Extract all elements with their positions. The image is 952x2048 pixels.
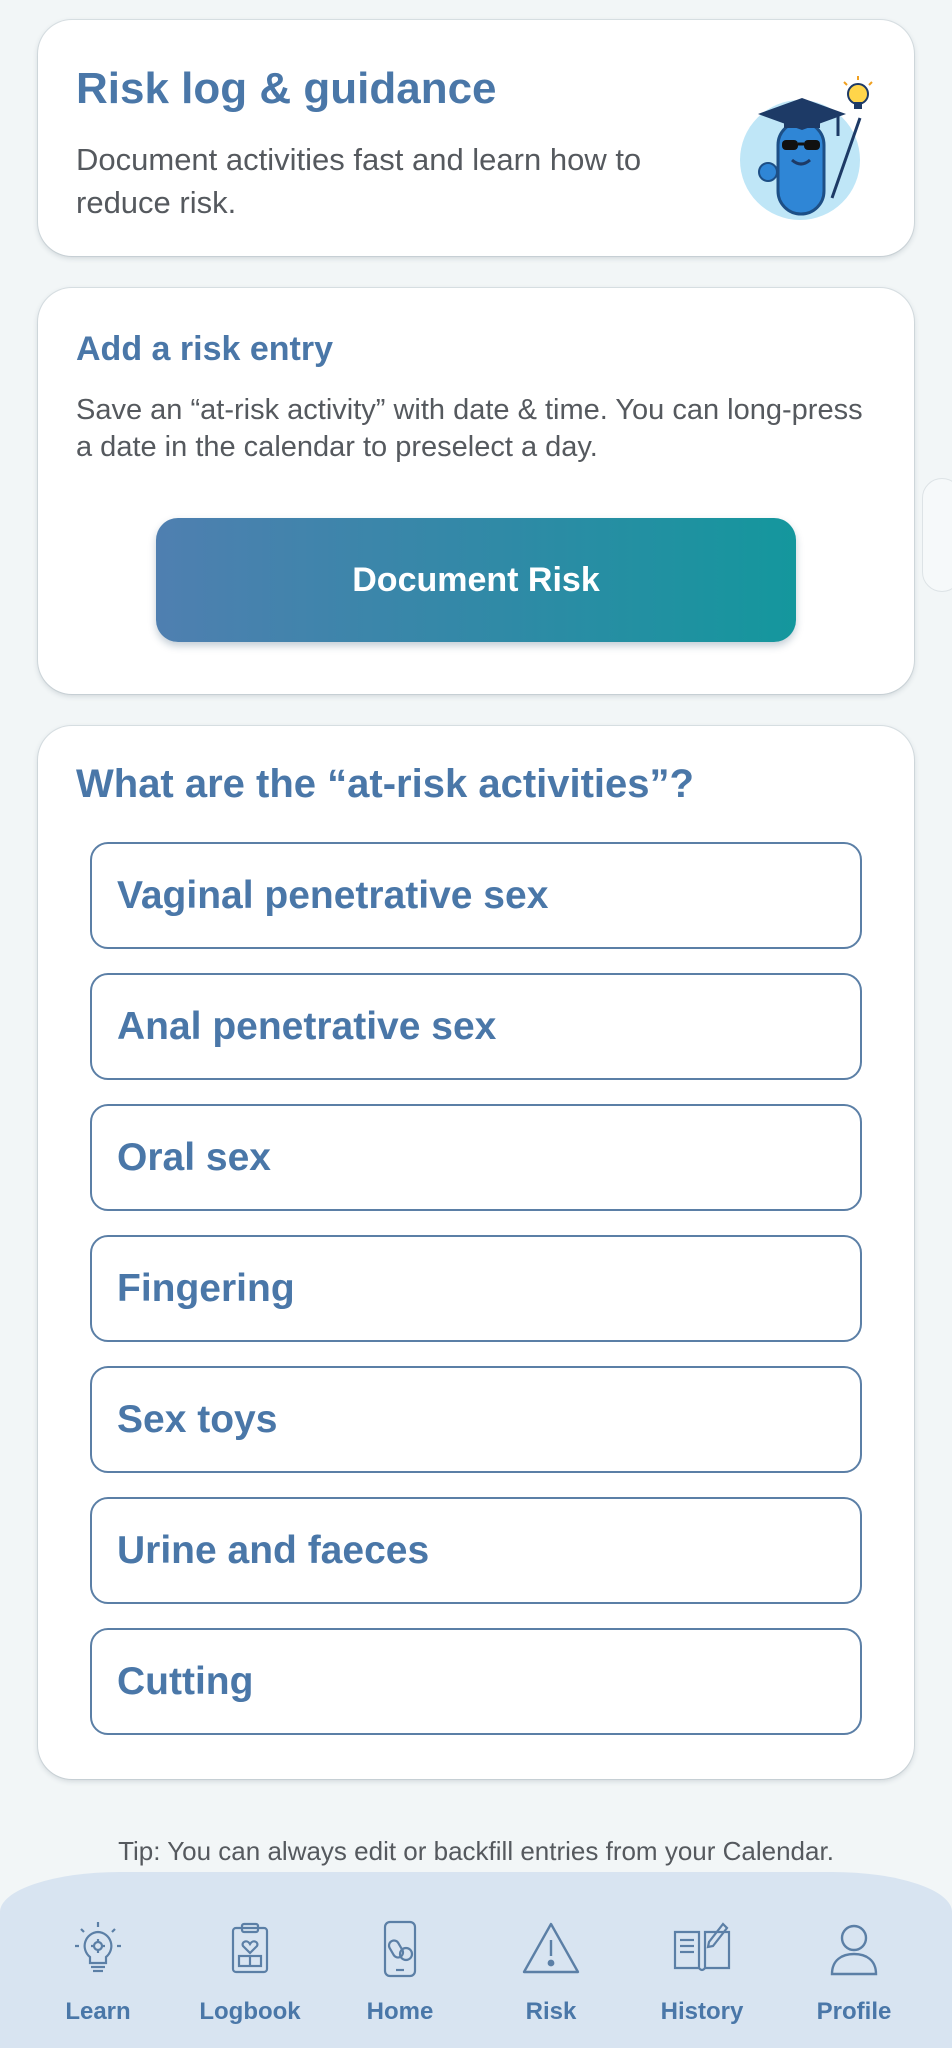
warning-triangle-icon (522, 1922, 580, 1974)
header-card: Risk log & guidance Document activities … (38, 20, 914, 256)
nav-label-logbook: Logbook (199, 1998, 301, 2025)
tip-text: Tip: You can always edit or backfill ent… (118, 1836, 834, 1866)
activity-item-oral[interactable]: Oral sex (90, 1104, 862, 1211)
page-subtitle: Document activities fast and learn how t… (76, 142, 642, 220)
activity-list: Vaginal penetrative sex Anal penetrative… (90, 842, 862, 1759)
nav-label-home: Home (366, 1998, 434, 2025)
clipboard-heart-icon (231, 1922, 269, 1974)
nav-label-profile: Profile (816, 1998, 892, 2025)
nav-item-home[interactable]: Home (330, 1918, 470, 2038)
nav-item-logbook[interactable]: Logbook (180, 1918, 320, 2038)
document-risk-button[interactable]: Document Risk (156, 518, 796, 642)
activity-item-fingering[interactable]: Fingering (90, 1235, 862, 1342)
open-book-pen-icon (673, 1922, 731, 1972)
mascot-graduate-icon (740, 76, 873, 220)
nav-item-risk[interactable]: Risk (481, 1918, 621, 2038)
nav-item-learn[interactable]: Learn (28, 1918, 168, 2038)
activity-item-sex-toys[interactable]: Sex toys (90, 1366, 862, 1473)
nav-label-risk: Risk (525, 1998, 577, 2025)
person-icon (830, 1924, 878, 1976)
phone-pills-icon (383, 1920, 417, 1978)
add-risk-description: Save an “at-risk activity” with date & t… (76, 394, 863, 463)
activity-item-anal[interactable]: Anal penetrative sex (90, 973, 862, 1080)
nav-item-profile[interactable]: Profile (784, 1918, 924, 2038)
add-risk-title: Add a risk entry (76, 330, 333, 368)
page-title: Risk log & guidance (76, 64, 497, 113)
side-drawer-handle[interactable] (922, 478, 952, 592)
bottom-nav: Learn Logbook Home Risk History Profile (0, 1872, 952, 2048)
activity-item-cutting[interactable]: Cutting (90, 1628, 862, 1735)
activities-card: What are the “at-risk activities”? Vagin… (38, 726, 914, 1779)
activity-item-vaginal[interactable]: Vaginal penetrative sex (90, 842, 862, 949)
add-risk-card: Add a risk entry Save an “at-risk activi… (38, 288, 914, 694)
lightbulb-gear-icon (75, 1922, 121, 1973)
nav-label-learn: Learn (65, 1998, 131, 2025)
nav-label-history: History (660, 1998, 744, 2025)
activities-title: What are the “at-risk activities”? (76, 762, 694, 806)
nav-item-history[interactable]: History (632, 1918, 772, 2038)
activity-item-urine-faeces[interactable]: Urine and faeces (90, 1497, 862, 1604)
